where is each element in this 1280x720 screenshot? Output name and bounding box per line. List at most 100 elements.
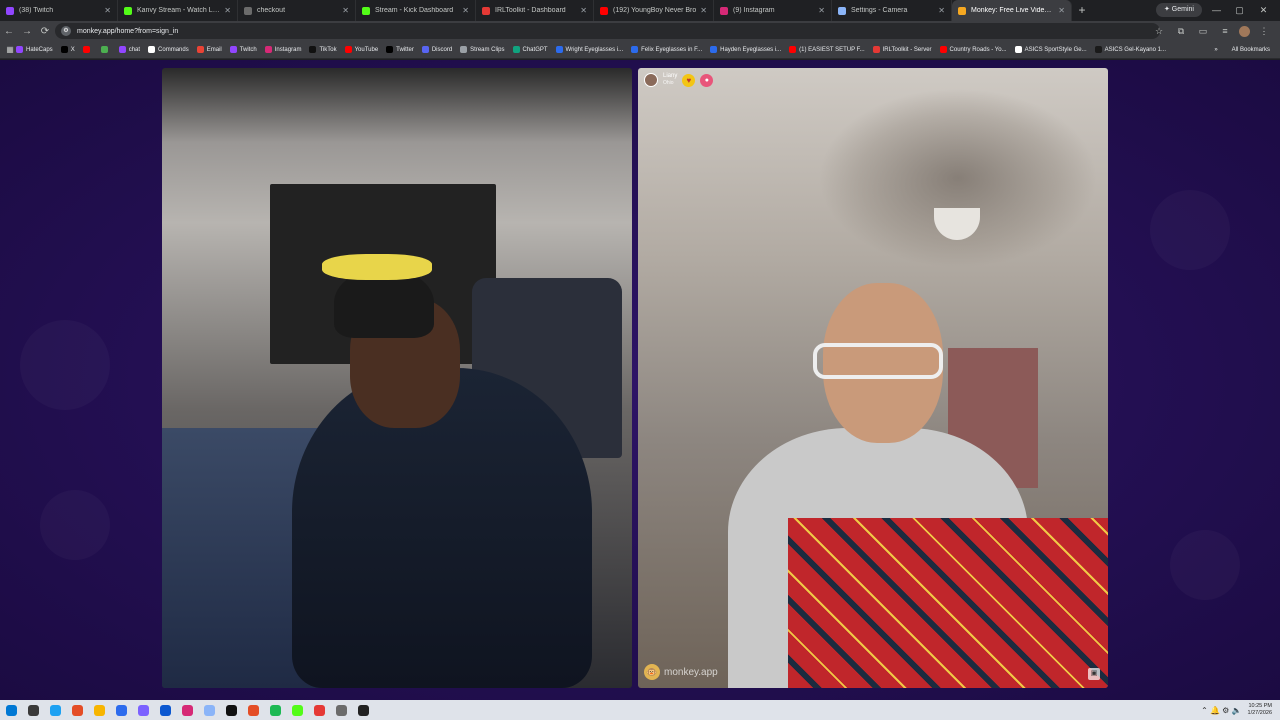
bookmark-item[interactable] [100,46,111,53]
watermark-text: monkey.app [664,666,718,678]
bookmark-icon [386,46,394,53]
bookmark-item[interactable]: Discord [421,46,452,53]
bookmark-item[interactable]: ASICS SportStyle Ge... [1014,46,1087,53]
reload-button[interactable]: ⟳ [36,26,54,37]
bookmark-item[interactable]: Felix Eyeglasses in F... [631,46,702,53]
taskbar-app-icon[interactable] [22,700,44,720]
bookmark-label: Commands [158,46,189,53]
browser-tab[interactable]: Monkey: Free Live Video C ✕ [952,0,1072,21]
bookmark-item[interactable]: Commands [148,46,189,53]
bookmark-item[interactable]: X [60,46,75,53]
tab-close-icon[interactable]: ✕ [224,6,231,15]
bookmark-item[interactable]: ASICS Gel-Kayano 1... [1094,46,1166,53]
bookmark-label: Instagram [274,46,302,53]
media-icon[interactable]: ≡ [1217,26,1233,36]
bookmark-item[interactable]: HateCaps [16,46,53,53]
taskbar-app-icon[interactable] [264,700,286,720]
bookmark-star-icon[interactable]: ☆ [1151,26,1167,37]
bookmark-item[interactable]: ChatGPT [512,46,548,53]
new-tab-button[interactable]: + [1072,0,1092,21]
remote-user-avatar[interactable] [644,73,658,87]
tab-close-icon[interactable]: ✕ [462,6,469,15]
video-options-icon[interactable]: ▣ [1088,668,1100,680]
bookmark-item[interactable]: TikTok [309,46,337,53]
profile-avatar[interactable] [1239,25,1250,37]
back-button[interactable]: ← [0,26,18,37]
taskbar-app-icon[interactable] [308,700,330,720]
browser-tab[interactable]: IRLToolkit - Dashboard ✕ [476,0,594,21]
bookmark-item[interactable]: Stream Clips [460,46,505,53]
browser-tab[interactable]: (9) Instagram ✕ [714,0,832,21]
extensions-icon[interactable]: ⧉ [1173,26,1189,37]
side-panel-icon[interactable]: ▭ [1195,26,1211,37]
browser-tab[interactable]: (38) Twitch ✕ [0,0,118,21]
apps-icon[interactable]: ▦ [4,45,16,54]
tab-close-icon[interactable]: ✕ [700,6,707,15]
tab-close-icon[interactable]: ✕ [818,6,825,15]
address-bar[interactable]: ⚙ monkey.app/home?from=sign_in [55,23,1160,39]
taskbar-app-icon[interactable] [0,700,22,720]
maximize-button[interactable]: ▢ [1228,0,1251,21]
bookmark-item[interactable]: Twitch [229,46,257,53]
bookmark-icon [631,46,639,53]
browser-tab[interactable]: (192) YoungBoy Never Bro ✕ [594,0,714,21]
bookmark-item[interactable]: Country Roads - Yo... [939,46,1007,53]
clock[interactable]: 10:25 PM 1/27/2026 [1248,703,1272,717]
taskbar-app-icon[interactable] [286,700,308,720]
browser-tab[interactable]: Kanvy Stream - Watch Live on✕ [118,0,238,21]
bookmark-item[interactable] [82,46,93,53]
bookmark-item[interactable]: IRLToolkit - Server [872,46,932,53]
bookmark-item[interactable]: Hayden Eyeglasses i... [710,46,781,53]
bookmark-icon [196,46,204,53]
taskbar-app-icon[interactable] [44,700,66,720]
bookmark-item[interactable]: chat [118,46,140,53]
taskbar-app-icon[interactable] [132,700,154,720]
close-window-button[interactable]: ✕ [1252,0,1275,21]
forward-button[interactable]: → [18,26,36,37]
tray-icons[interactable]: ⌃ 🔔 ⚙ 🔈 [1201,706,1241,715]
taskbar-app-icon[interactable] [66,700,88,720]
all-bookmarks-button[interactable]: » All Bookmarks [1214,41,1270,59]
monkey-app-page: Liany Ohio ♥ ● 🐵 monkey.app ▣ [0,60,1280,700]
more-bookmarks-chevron[interactable]: » [1214,47,1217,53]
bookmark-item[interactable]: Email [196,46,222,53]
tab-close-icon[interactable]: ✕ [938,6,945,15]
tab-close-icon[interactable]: ✕ [580,6,587,15]
taskbar-app-icon[interactable] [176,700,198,720]
bookmark-label: Felix Eyeglasses in F... [641,46,703,53]
taskbar-app-icon[interactable] [154,700,176,720]
tab-title: (192) YoungBoy Never Bro [613,7,697,14]
taskbar-app-icon[interactable] [110,700,132,720]
taskbar-app-icon[interactable] [220,700,242,720]
tab-close-icon[interactable]: ✕ [1058,6,1065,15]
bookmark-item[interactable]: Instagram [264,46,302,53]
bookmark-icon [118,46,126,53]
heart-icon[interactable]: ♥ [682,73,696,87]
tab-close-icon[interactable]: ✕ [104,6,111,15]
url-text[interactable]: monkey.app/home?from=sign_in [77,28,178,35]
taskbar-app-icon[interactable] [88,700,110,720]
taskbar-app-icon[interactable] [242,700,264,720]
site-info-icon[interactable]: ⚙ [61,26,71,36]
bookmark-item[interactable]: Twitter [386,46,414,53]
reaction-icon[interactable]: ● [700,73,714,87]
bookmark-icon [82,46,90,53]
bookmark-item[interactable]: (1) EASIEST SETUP F... [789,46,865,53]
browser-toolbar: ← → ⟳ ⚙ monkey.app/home?from=sign_in ☆ ⧉… [0,21,1280,41]
bookmarks-bar: ▦ HateCaps Xchat Commands Email Twitch Instag… [0,41,1280,59]
bookmark-icon [460,46,468,53]
bookmark-item[interactable]: YouTube [344,46,378,53]
menu-icon[interactable]: ⋮ [1256,26,1272,37]
remote-user-info[interactable]: Liany Ohio ♥ ● [644,73,714,87]
taskbar-app-icon[interactable] [330,700,352,720]
glasses [813,343,943,379]
browser-tab[interactable]: Settings - Camera ✕ [832,0,952,21]
browser-tab[interactable]: Stream - Kick Dashboard ✕ [356,0,476,21]
minimize-button[interactable]: — [1205,0,1228,21]
gemini-button[interactable]: ✦ Gemini [1156,3,1202,17]
taskbar-app-icon[interactable] [198,700,220,720]
bookmark-item[interactable]: Wright Eyeglasses i... [555,46,623,53]
taskbar-app-icon[interactable] [352,700,374,720]
browser-tab[interactable]: checkout ✕ [238,0,356,21]
tab-close-icon[interactable]: ✕ [342,6,349,15]
